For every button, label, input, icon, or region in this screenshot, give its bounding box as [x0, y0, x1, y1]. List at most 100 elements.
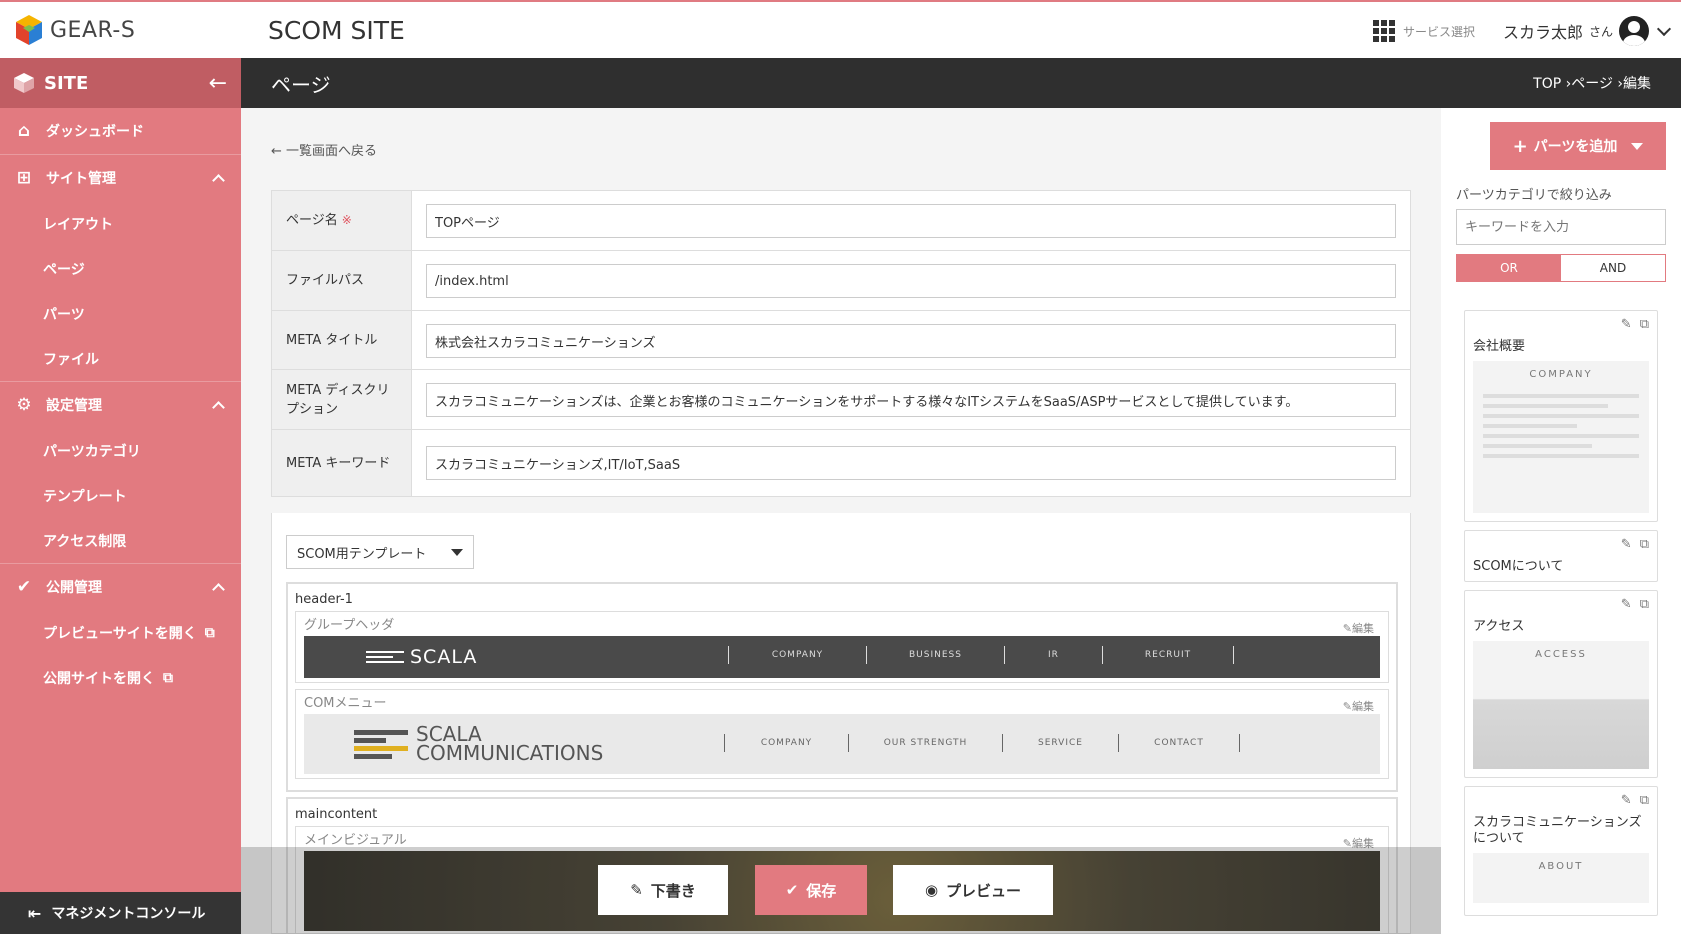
- gear-icon: ⚙: [16, 395, 32, 415]
- sidebar-section-dashboard: ⌂ ダッシュボード: [0, 108, 241, 155]
- top-bar: GEAR-S SCOM SITE サービス選択 スカラ太郎 さん: [0, 0, 1681, 58]
- template-select[interactable]: SCOM用テンプレート: [286, 535, 474, 569]
- main-content: ← 一覧画面へ戻る ページ名※ ファイルパス META タイトル META ディ…: [241, 108, 1441, 934]
- pencil-icon[interactable]: ✎: [1621, 537, 1632, 552]
- or-and-toggle: OR AND: [1456, 254, 1666, 282]
- sidebar-item-label: ダッシュボード: [46, 124, 144, 140]
- part-com-menu[interactable]: COMメニュー ✎編集 SCALA COMMUNICATIONS COMPANY: [295, 689, 1389, 779]
- sidebar-item-page[interactable]: ページ: [0, 246, 241, 291]
- sidebar-item-label: プレビューサイトを開く: [43, 625, 197, 642]
- parts-card-title: 会社概要: [1473, 339, 1526, 354]
- management-console-link[interactable]: ⇤ マネジメントコンソール: [0, 892, 241, 934]
- file-path-label: ファイルパス: [272, 251, 412, 310]
- form-row-meta-title: META タイトル: [272, 311, 1410, 370]
- form-row-file-path: ファイルパス: [272, 251, 1410, 311]
- sitemap-icon: ⊞: [16, 168, 32, 188]
- user-suffix: さん: [1588, 24, 1613, 39]
- back-to-list-link[interactable]: ← 一覧画面へ戻る: [271, 140, 377, 159]
- chevron-up-icon[interactable]: [212, 583, 225, 596]
- sidebar-item-template[interactable]: テンプレート: [0, 473, 241, 518]
- page-name-input[interactable]: [426, 204, 1396, 238]
- draft-button[interactable]: ✎ 下書き: [598, 865, 728, 915]
- sidebar-item-site-mgmt[interactable]: ⊞ サイト管理: [0, 155, 241, 201]
- gear-s-logo-icon: [16, 15, 42, 45]
- sidebar-section-publish: ✔ 公開管理 プレビューサイトを開く ⧉ 公開サイトを開く ⧉: [0, 564, 241, 700]
- check-icon: ✔: [785, 881, 799, 899]
- user-name[interactable]: スカラ太郎: [1503, 19, 1583, 43]
- sidebar-item-publish-mgmt[interactable]: ✔ 公開管理: [0, 564, 241, 610]
- sidebar-item-open-preview[interactable]: プレビューサイトを開く ⧉: [0, 610, 241, 655]
- form-row-page-name: ページ名 ※: [272, 191, 1410, 251]
- thumb-nav: COMPANY OUR STRENGTH SERVICE CONTACT: [724, 734, 1240, 752]
- meta-description-input[interactable]: [426, 383, 1396, 417]
- save-button[interactable]: ✔ 保存: [755, 865, 867, 915]
- parts-card-access[interactable]: ✎ ⧉ アクセス ACCESS: [1464, 590, 1658, 778]
- scala-lines-icon: [354, 727, 408, 762]
- page-name-label: ページ名 ※: [272, 191, 412, 250]
- scala-lines-icon: [366, 648, 404, 666]
- chevron-down-icon[interactable]: [1656, 21, 1672, 37]
- parts-card-scom[interactable]: ✎ ⧉ SCOMについて: [1464, 530, 1658, 582]
- sidebar-item-label: 公開サイトを開く: [43, 670, 155, 687]
- site-title: SCOM SITE: [268, 15, 405, 45]
- edit-part-link[interactable]: ✎編集: [1343, 620, 1374, 636]
- sidebar-item-settings-mgmt[interactable]: ⚙ 設定管理: [0, 382, 241, 428]
- sidebar-item-dashboard[interactable]: ⌂ ダッシュボード: [0, 108, 241, 154]
- group-name: maincontent: [295, 807, 378, 822]
- chevron-up-icon[interactable]: [212, 401, 225, 414]
- pencil-icon[interactable]: ✎: [1621, 317, 1632, 332]
- breadcrumb[interactable]: TOP ›ページ ›編集: [1533, 73, 1651, 93]
- edit-part-link[interactable]: ✎編集: [1343, 698, 1374, 714]
- part-group-header[interactable]: グループヘッダ ✎編集 SCALA COMPANY BUSINESS IR RE…: [295, 611, 1389, 683]
- com-menu-thumbnail: SCALA COMMUNICATIONS COMPANY OUR STRENGT…: [304, 714, 1380, 774]
- meta-title-input[interactable]: [426, 324, 1396, 358]
- service-select-link[interactable]: サービス選択: [1403, 23, 1475, 40]
- pencil-icon: ✎: [1342, 700, 1352, 713]
- copy-icon[interactable]: ⧉: [1640, 597, 1649, 612]
- parts-list: ✎ ⧉ 会社概要 COMPANY ✎ ⧉ SCOMについて ✎ ⧉ アクセス ACCE…: [1456, 310, 1666, 934]
- parts-card-title: アクセス: [1473, 619, 1525, 634]
- caret-down-icon: [1631, 142, 1644, 150]
- part-name: COMメニュー: [304, 696, 387, 711]
- sidebar-item-label: 公開管理: [46, 580, 102, 596]
- sidebar-header: SITE ←: [0, 58, 241, 108]
- home-icon: ⌂: [17, 121, 31, 141]
- collapse-sidebar-arrow-icon[interactable]: ←: [209, 71, 227, 96]
- page-form: ページ名※ ファイルパス META タイトル META ディスクリプション ME…: [271, 190, 1411, 497]
- preview-button[interactable]: ◉ プレビュー: [893, 865, 1053, 915]
- sidebar-item-access-restriction[interactable]: アクセス制限: [0, 518, 241, 563]
- or-toggle-button[interactable]: OR: [1457, 255, 1561, 281]
- parts-card-about[interactable]: ✎ ⧉ スカラコミュニケーションズについて ABOUT: [1464, 786, 1658, 916]
- app-grid-icon[interactable]: [1372, 20, 1397, 42]
- parts-card-company[interactable]: ✎ ⧉ 会社概要 COMPANY: [1464, 310, 1658, 522]
- group-name: header-1: [295, 592, 353, 607]
- add-parts-button[interactable]: + パーツを追加: [1490, 122, 1666, 170]
- pencil-icon[interactable]: ✎: [1621, 793, 1632, 808]
- sidebar-item-parts-category[interactable]: パーツカテゴリ: [0, 428, 241, 473]
- page-header: ページ TOP ›ページ ›編集: [241, 58, 1681, 108]
- copy-icon[interactable]: ⧉: [1640, 537, 1649, 552]
- sidebar-item-parts[interactable]: パーツ: [0, 291, 241, 336]
- sidebar-item-layout[interactable]: レイアウト: [0, 201, 241, 246]
- group-header-thumbnail: SCALA COMPANY BUSINESS IR RECRUIT: [304, 636, 1380, 678]
- sidebar-item-open-public[interactable]: 公開サイトを開く ⧉: [0, 655, 241, 700]
- keyword-input[interactable]: [1456, 209, 1666, 245]
- parts-filter-label: パーツカテゴリで絞り込み: [1456, 188, 1612, 203]
- file-path-input[interactable]: [426, 264, 1396, 298]
- sidebar-item-files[interactable]: ファイル: [0, 336, 241, 381]
- app-logo[interactable]: GEAR-S: [0, 14, 240, 46]
- arrow-left-icon: ←: [271, 144, 287, 159]
- chevron-up-icon[interactable]: [212, 174, 225, 187]
- user-avatar-icon[interactable]: [1619, 16, 1649, 46]
- logo-text: GEAR-S: [50, 17, 136, 43]
- parts-card-thumbnail: COMPANY: [1473, 361, 1649, 513]
- parts-card-thumbnail: ABOUT: [1473, 853, 1649, 903]
- and-toggle-button[interactable]: AND: [1561, 255, 1665, 281]
- pencil-icon[interactable]: ✎: [1621, 597, 1632, 612]
- site-cube-icon: [14, 73, 34, 93]
- exit-arrow-icon: ⇤: [28, 903, 42, 923]
- meta-keywords-input[interactable]: [426, 446, 1396, 480]
- required-mark: ※: [341, 213, 352, 227]
- copy-icon[interactable]: ⧉: [1640, 793, 1649, 808]
- copy-icon[interactable]: ⧉: [1640, 317, 1649, 332]
